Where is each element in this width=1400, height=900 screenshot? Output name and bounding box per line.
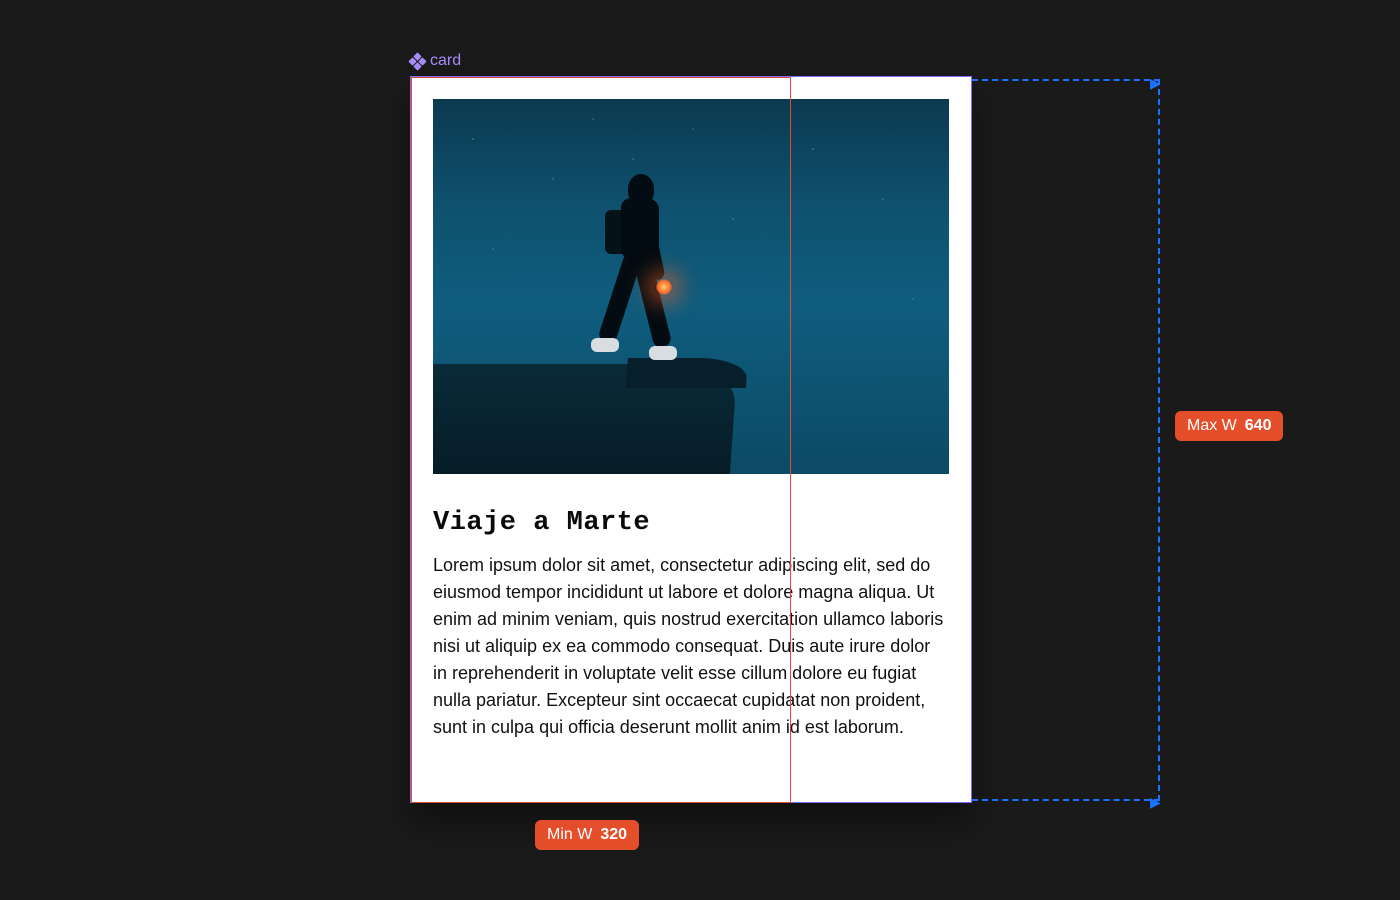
min-width-label: Min W	[547, 826, 592, 844]
component-name-text: card	[430, 52, 461, 70]
component-icon	[408, 52, 426, 70]
component-label[interactable]: card	[411, 52, 461, 70]
min-width-guide-bottom	[411, 802, 791, 803]
max-width-guide[interactable]	[972, 79, 1160, 801]
card-image	[433, 99, 949, 474]
card: Viaje a Marte Lorem ipsum dolor sit amet…	[411, 77, 971, 802]
arrow-icon: ▶	[1150, 75, 1161, 92]
card-body-text: Lorem ipsum dolor sit amet, consectetur …	[433, 552, 949, 741]
image-person	[593, 174, 673, 374]
max-width-label: Max W	[1187, 417, 1237, 435]
min-width-value: 320	[600, 826, 627, 844]
image-rock	[433, 364, 738, 474]
card-title: Viaje a Marte	[433, 508, 949, 538]
arrow-icon: ▶	[1150, 794, 1161, 811]
min-width-badge[interactable]: Min W 320	[535, 820, 639, 850]
image-lantern-glow	[655, 278, 673, 296]
design-canvas[interactable]: card Viaje a Marte Lorem	[0, 0, 1400, 900]
max-width-badge[interactable]: Max W 640	[1175, 411, 1283, 441]
card-frame[interactable]: Viaje a Marte Lorem ipsum dolor sit amet…	[411, 77, 971, 802]
max-width-value: 640	[1245, 417, 1272, 435]
